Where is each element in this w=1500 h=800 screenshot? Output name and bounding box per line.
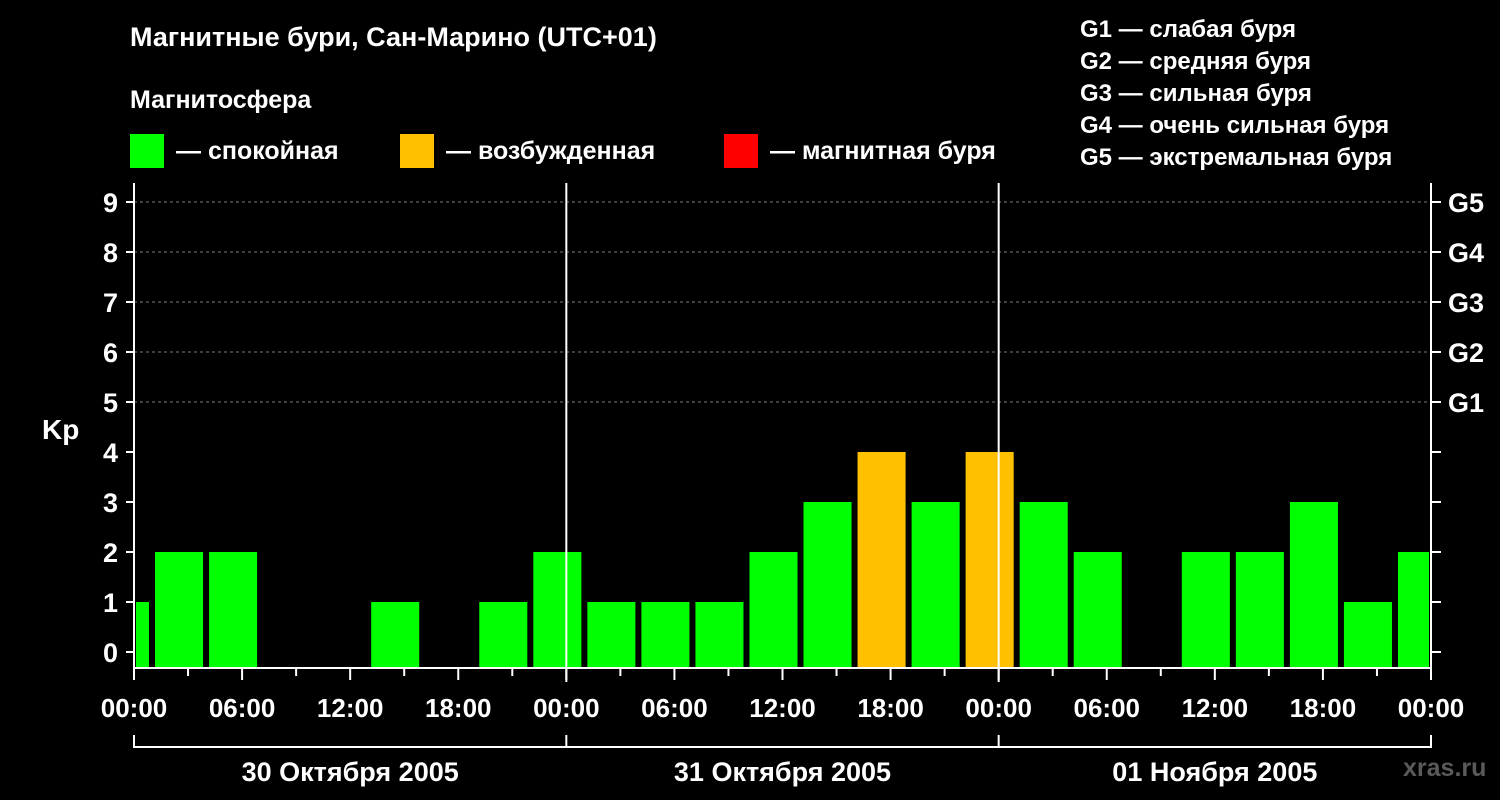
x-tick-label: 12:00 [749,693,816,723]
y-axis-label: Kp [42,414,79,445]
right-tick-label: G4 [1448,238,1484,268]
y-tick-label: 5 [103,388,118,418]
y-tick-label: 9 [103,188,118,218]
right-tick-label: G1 [1448,388,1484,418]
kp-bar [371,602,420,668]
kp-bar [155,552,204,668]
y-tick-label: 7 [103,288,118,318]
y-tick-label: 8 [103,238,118,268]
kp-bar [695,602,744,668]
kp-bar [587,602,636,668]
x-tick-label: 06:00 [641,693,708,723]
kp-bar [209,552,258,668]
kp-bar [749,552,798,668]
x-tick-label: 12:00 [1182,693,1249,723]
kp-bar [803,502,852,668]
kp-bar [136,602,150,668]
y-tick-label: 2 [103,538,118,568]
x-tick-label: 12:00 [317,693,384,723]
kp-bar [857,452,906,668]
date-label: 31 Октября 2005 [674,757,891,787]
kp-bar [1073,552,1122,668]
kp-bar [641,602,690,668]
kp-bar [1235,552,1284,668]
x-tick-label: 00:00 [101,693,168,723]
x-tick-label: 06:00 [1074,693,1141,723]
kp-bar [1343,602,1392,668]
x-tick-label: 00:00 [533,693,600,723]
date-label: 01 Ноября 2005 [1112,757,1317,787]
kp-bar-chart: 0 1 2 3 4 5 6 7 8 9 G1 G2 G3 G4 G5 Kp 00:00 06:00 12:00 18:… [42,183,1484,787]
y-tick-label: 4 [103,438,118,468]
x-tick-label: 00:00 [965,693,1032,723]
kp-bar [911,502,960,668]
y-tick-label: 6 [103,338,118,368]
y-tick-label: 1 [103,588,118,618]
x-tick-label: 18:00 [857,693,924,723]
kp-bar [1397,552,1429,668]
kp-bar [533,552,582,668]
watermark: xras.ru [1403,754,1487,782]
x-tick-label: 00:00 [1398,693,1465,723]
kp-bar [1289,502,1338,668]
x-tick-label: 18:00 [1290,693,1357,723]
kp-bar [1181,552,1230,668]
y-tick-label: 3 [103,488,118,518]
right-tick-label: G3 [1448,288,1484,318]
kp-bar [1019,502,1068,668]
kp-bar [965,452,1014,668]
y-tick-label: 0 [103,638,118,668]
x-tick-label: 18:00 [425,693,492,723]
date-label: 30 Октября 2005 [242,757,459,787]
right-tick-label: G2 [1448,338,1484,368]
right-tick-label: G5 [1448,188,1484,218]
x-tick-label: 06:00 [209,693,276,723]
kp-bar [479,602,528,668]
